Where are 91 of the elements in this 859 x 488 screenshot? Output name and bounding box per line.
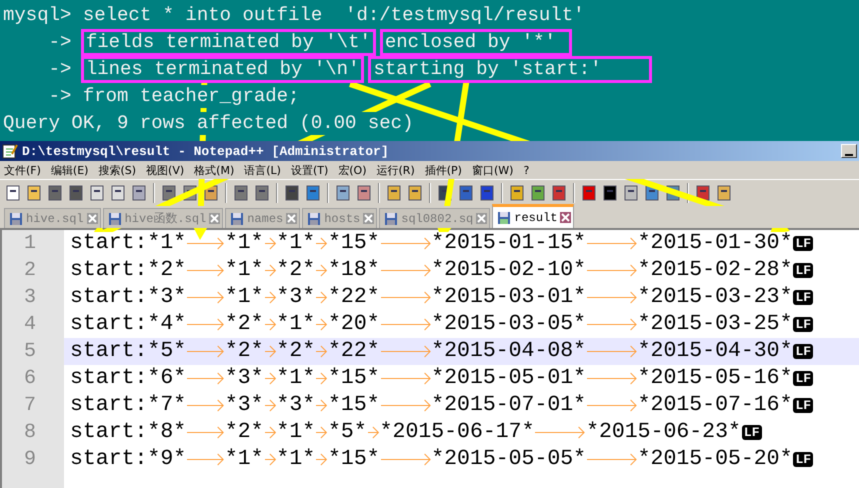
menu-item[interactable]: 设置(T) — [290, 162, 328, 178]
line-ending-badge: LF — [793, 452, 814, 467]
highlighted-clause: enclosed by '*' — [382, 31, 570, 54]
close-icon[interactable] — [86, 213, 98, 224]
line-ending-badge: LF — [793, 398, 814, 413]
tab-marker-icon — [586, 237, 638, 250]
tab-marker-icon — [315, 264, 328, 277]
tab-marker-icon — [315, 345, 328, 358]
line-ending-badge: LF — [793, 317, 814, 332]
menu-item[interactable]: 运行(R) — [376, 162, 415, 178]
tab-marker-icon — [586, 372, 638, 385]
tab-marker-icon — [315, 237, 328, 250]
text-editor[interactable] — [0, 228, 859, 488]
tab-marker-icon — [186, 426, 225, 439]
line-ending-badge: LF — [793, 344, 814, 359]
close-icon[interactable] — [209, 213, 220, 224]
tab-marker-icon — [586, 264, 638, 277]
line-number: 1 — [22, 231, 37, 257]
tab-marker-icon — [586, 318, 638, 331]
menu-item[interactable]: 语言(L) — [244, 162, 281, 178]
tab-marker-icon — [264, 372, 276, 385]
tab-marker-icon — [186, 453, 225, 466]
terminal-text: Query OK, 9 rows affected (0.00 sec) — [3, 112, 414, 135]
close-icon[interactable] — [560, 212, 572, 223]
line-ending-badge: LF — [793, 263, 814, 278]
tab-marker-icon — [264, 399, 276, 412]
tab-marker-icon — [264, 345, 276, 358]
tab-marker-icon — [315, 318, 328, 331]
highlighted-clause: lines terminated by '\n' — [82, 58, 362, 81]
window-title: D:\testmysql\result - Notepad++ [Administrator] — [22, 144, 390, 158]
menu-item[interactable]: ? — [523, 164, 530, 176]
line-ending-badge: LF — [742, 425, 762, 440]
highlighted-clause: fields terminated by '\t' — [82, 31, 374, 54]
line-number: 2 — [22, 258, 37, 284]
line-ending-badge: LF — [793, 371, 814, 386]
line-ending-badge: LF — [793, 290, 814, 305]
highlighted-clause: starting by 'start:' — [370, 58, 650, 81]
tab-marker-icon — [264, 318, 276, 331]
tab-marker-icon — [186, 399, 225, 412]
tab-marker-icon — [586, 399, 638, 412]
tab-marker-icon — [264, 453, 276, 466]
close-icon[interactable] — [363, 213, 374, 224]
tab-marker-icon — [315, 399, 328, 412]
menu-item[interactable]: 插件(P) — [424, 162, 462, 178]
minimize-button[interactable] — [841, 144, 857, 158]
menu-item[interactable]: 窗口(W) — [472, 162, 514, 178]
tab-marker-icon — [186, 264, 225, 277]
line-number: 7 — [22, 393, 37, 419]
tab-marker-icon — [264, 237, 276, 250]
line-number: 8 — [22, 420, 37, 446]
tab-marker-icon — [534, 426, 586, 439]
tab-marker-icon — [186, 291, 225, 304]
tab-marker-icon — [586, 453, 638, 466]
tab-marker-icon — [380, 345, 432, 358]
tab-marker-icon — [315, 426, 328, 439]
notepad-icon — [2, 143, 18, 159]
tab-marker-icon — [315, 453, 328, 466]
tab-marker-icon — [586, 291, 638, 304]
line-number: 3 — [22, 285, 37, 311]
line-ending-badge: LF — [793, 236, 814, 251]
tab-marker-icon — [186, 318, 225, 331]
close-icon[interactable] — [286, 213, 298, 224]
tab-marker-icon — [380, 264, 432, 277]
file-tab[interactable]: result — [492, 204, 574, 228]
line-number: 4 — [22, 312, 37, 338]
line-number: 9 — [22, 447, 37, 473]
menu-item[interactable]: 文件(F) — [4, 162, 41, 178]
tab-marker-icon — [380, 291, 432, 304]
tab-marker-icon — [380, 453, 432, 466]
tab-marker-icon — [186, 345, 225, 358]
tab-marker-icon — [186, 237, 225, 250]
menu-item[interactable]: 搜索(S) — [98, 162, 136, 178]
tab-marker-icon — [380, 372, 432, 385]
tab-marker-icon — [186, 372, 225, 385]
tab-marker-icon — [264, 426, 276, 439]
menu-item[interactable]: 编辑(E) — [50, 162, 88, 178]
tab-marker-icon — [315, 372, 328, 385]
tab-marker-icon — [264, 291, 276, 304]
menu-item[interactable]: 视图(V) — [146, 162, 184, 178]
tab-marker-icon — [315, 291, 328, 304]
tab-marker-icon — [380, 318, 432, 331]
tab-marker-icon — [380, 237, 432, 250]
menu-item[interactable]: 宏(O) — [338, 162, 367, 178]
minimize-icon — [845, 153, 853, 157]
tab-marker-icon — [366, 426, 380, 439]
tab-marker-icon — [586, 345, 638, 358]
tab-marker-icon — [264, 264, 276, 277]
tab-marker-icon — [380, 399, 432, 412]
close-icon[interactable] — [476, 213, 488, 224]
line-number: 5 — [22, 339, 37, 365]
line-number: 6 — [22, 366, 37, 392]
